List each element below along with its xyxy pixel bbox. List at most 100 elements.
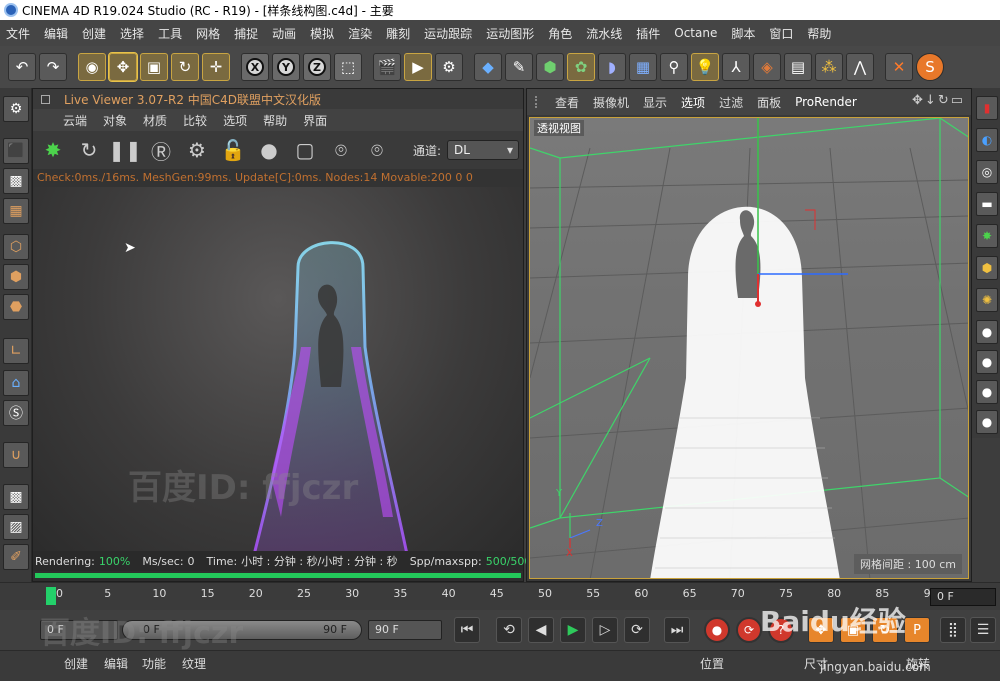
vp-menu-view[interactable]: 查看 xyxy=(555,94,579,111)
xyz-icon[interactable]: ⁂ xyxy=(815,53,843,81)
menu-window[interactable]: 窗口 xyxy=(769,25,793,42)
focus-pick-icon[interactable]: ⌾ xyxy=(327,136,355,164)
menu-create[interactable]: 创建 xyxy=(82,25,106,42)
menu-pipeline[interactable]: 流水线 xyxy=(586,25,622,42)
menu-simulate[interactable]: 模拟 xyxy=(310,25,334,42)
lock-icon[interactable]: 🔓 xyxy=(219,136,247,164)
rotate-icon[interactable]: ↻ xyxy=(171,53,199,81)
previous-frame-icon[interactable]: ◀ xyxy=(528,617,554,643)
octane-material-icon[interactable]: ◐ xyxy=(976,128,998,152)
menu-edit[interactable]: 编辑 xyxy=(44,25,68,42)
material-tab-create[interactable]: 创建 xyxy=(64,655,88,672)
autokeying-icon[interactable]: ⟳ xyxy=(736,617,762,643)
material-tab-function[interactable]: 功能 xyxy=(142,655,166,672)
vp-menu-cameras[interactable]: 摄像机 xyxy=(593,94,629,111)
octane-texture-icon[interactable]: ◎ xyxy=(976,160,998,184)
pause-render-icon[interactable]: ❚❚ xyxy=(108,136,142,164)
menu-motion-tracking[interactable]: 运动跟踪 xyxy=(424,25,472,42)
deformer-icon[interactable]: ◗ xyxy=(598,53,626,81)
xpresso-icon[interactable]: ▤ xyxy=(784,53,812,81)
region-render-icon[interactable]: Ⓡ xyxy=(147,136,175,164)
timeline-menu-icon[interactable]: ☰ xyxy=(970,617,996,643)
lv-menu-materials[interactable]: 材质 xyxy=(143,112,167,129)
recent-tool-icon[interactable]: ✛ xyxy=(202,53,230,81)
end-frame-field[interactable]: 90 F xyxy=(368,620,442,640)
subdivision-icon[interactable]: ⬢ xyxy=(536,53,564,81)
menu-file[interactable]: 文件 xyxy=(6,25,30,42)
snapping-icon[interactable]: Ⓢ xyxy=(3,400,29,426)
floor-icon[interactable]: ▦ xyxy=(629,53,657,81)
live-select-icon[interactable]: ◉ xyxy=(78,53,106,81)
camera-icon[interactable]: ⚲ xyxy=(660,53,688,81)
lv-menu-compare[interactable]: 比较 xyxy=(183,112,207,129)
make-editable-icon[interactable]: ⚙ xyxy=(3,96,29,122)
vp-menu-filter[interactable]: 过滤 xyxy=(719,94,743,111)
sculpt-icon[interactable]: ⅄ xyxy=(722,53,750,81)
octane-start-render-icon[interactable]: ✸ xyxy=(39,136,67,164)
lv-menu-cloud[interactable]: 云端 xyxy=(63,112,87,129)
points-mode-icon[interactable]: ⬡ xyxy=(3,234,29,260)
octane-area-light-icon[interactable]: ▬ xyxy=(976,192,998,216)
channel-dropdown[interactable]: DL xyxy=(447,140,520,160)
polygons-mode-icon[interactable]: ⬣ xyxy=(3,294,29,320)
menu-plugins[interactable]: 插件 xyxy=(636,25,660,42)
coordinate-system-icon[interactable]: ⬚ xyxy=(334,53,362,81)
menu-script[interactable]: 脚本 xyxy=(731,25,755,42)
lv-menu-help[interactable]: 帮助 xyxy=(263,112,287,129)
menu-octane[interactable]: Octane xyxy=(674,26,717,40)
material-pick-icon[interactable]: ⌾ xyxy=(363,136,391,164)
record-active-objects-icon[interactable]: ● xyxy=(704,617,730,643)
menu-sculpt[interactable]: 雕刻 xyxy=(386,25,410,42)
x-axis-icon[interactable]: X xyxy=(241,53,269,81)
octane-sphere-4-icon[interactable]: ● xyxy=(976,410,998,434)
point-level-animation-icon[interactable]: ⣿ xyxy=(940,617,966,643)
restart-render-icon[interactable]: ↻ xyxy=(75,136,103,164)
menu-help[interactable]: 帮助 xyxy=(807,25,831,42)
live-viewer-render-area[interactable] xyxy=(33,187,523,561)
octane-sun-icon[interactable]: ✺ xyxy=(976,288,998,312)
pen-spline-icon[interactable]: ✎ xyxy=(505,53,533,81)
redo-icon[interactable]: ↷ xyxy=(39,53,67,81)
z-axis-icon[interactable]: Z xyxy=(303,53,331,81)
octane-camera-icon[interactable]: ▮ xyxy=(976,96,998,120)
octane-sphere-icon[interactable]: ● xyxy=(976,320,998,344)
material-ball-icon[interactable]: ● xyxy=(255,136,283,164)
octane-settings-icon[interactable]: ✸ xyxy=(976,224,998,248)
material-tab-texture[interactable]: 纹理 xyxy=(182,655,206,672)
octane-object-icon[interactable]: ⬢ xyxy=(976,256,998,280)
next-key-icon[interactable]: ⟳ xyxy=(624,617,650,643)
lv-menu-objects[interactable]: 对象 xyxy=(103,112,127,129)
edit-render-settings-icon[interactable]: ⚙ xyxy=(435,53,463,81)
vp-menu-options[interactable]: 选项 xyxy=(681,94,705,111)
current-frame-field[interactable]: 0 F xyxy=(930,588,996,606)
frame-range-slider[interactable]: 0 F 90 F xyxy=(122,620,362,640)
snap-icon[interactable]: ✕ xyxy=(885,53,913,81)
undo-icon[interactable]: ↶ xyxy=(8,53,36,81)
menu-render[interactable]: 渲染 xyxy=(348,25,372,42)
go-to-start-icon[interactable]: ⏮ xyxy=(454,617,480,643)
viewport-navigation-icons[interactable]: ✥↓↻▭ xyxy=(912,93,965,108)
move-icon[interactable]: ✥ xyxy=(108,52,138,82)
vp-menu-prorender[interactable]: ProRender xyxy=(795,95,857,109)
octane-sphere-2-icon[interactable]: ● xyxy=(976,350,998,374)
edges-mode-icon[interactable]: ⬢ xyxy=(3,264,29,290)
planar-workplane-icon[interactable]: ▨ xyxy=(3,514,29,540)
script-icon[interactable]: S xyxy=(916,53,944,81)
paint-icon[interactable]: ✐ xyxy=(3,544,29,570)
lv-menu-options[interactable]: 选项 xyxy=(223,112,247,129)
magnet-icon[interactable]: ∪ xyxy=(3,442,29,468)
light-icon[interactable]: 💡 xyxy=(691,53,719,81)
tweak-mode-icon[interactable]: ⌂ xyxy=(3,370,29,396)
vp-menu-display[interactable]: 显示 xyxy=(643,94,667,111)
cloner-icon[interactable]: ✿ xyxy=(567,53,595,81)
material-tab-edit[interactable]: 编辑 xyxy=(104,655,128,672)
axis-mode-icon[interactable]: ∟ xyxy=(3,338,29,364)
perspective-viewport[interactable]: 透视视图 Y Z X 网格间距 : 100 cm xyxy=(529,117,969,579)
cube-icon[interactable]: ◆ xyxy=(474,53,502,81)
render-view-icon[interactable]: 🎬 xyxy=(373,53,401,81)
clay-mode-icon[interactable]: ▢ xyxy=(291,136,319,164)
render-picture-queue-icon[interactable]: ▶ xyxy=(404,53,432,81)
panel-toggle-icon[interactable] xyxy=(41,94,50,104)
scale-icon[interactable]: ▣ xyxy=(140,53,168,81)
vp-menu-panel[interactable]: 面板 xyxy=(757,94,781,111)
